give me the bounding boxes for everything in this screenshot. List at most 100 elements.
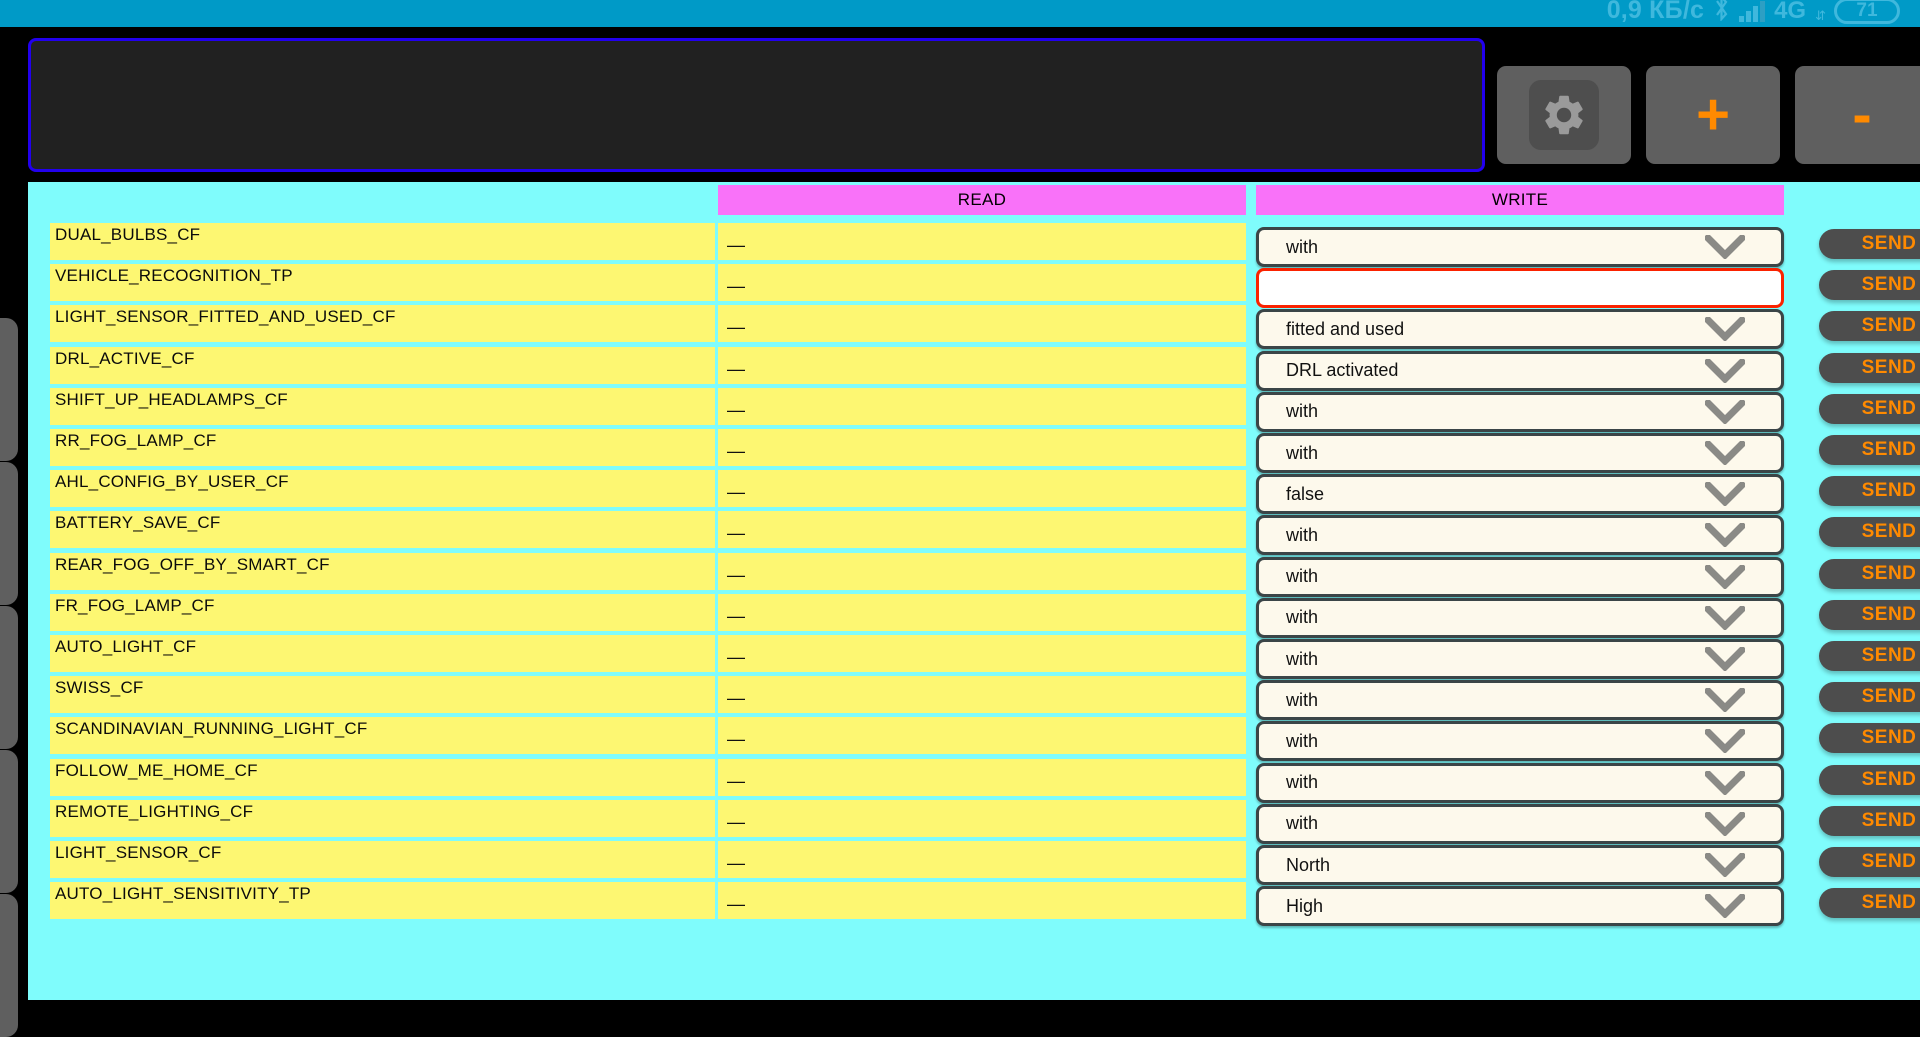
plus-icon: +	[1696, 82, 1730, 147]
read-value-cell: —	[718, 593, 1246, 631]
write-dropdown[interactable]: fitted and used	[1256, 309, 1784, 350]
write-dropdown[interactable]: DRL activated	[1256, 350, 1784, 391]
gear-icon	[1529, 80, 1599, 150]
write-dropdown-value: with	[1286, 566, 1319, 587]
send-button[interactable]: SEND	[1819, 641, 1920, 671]
write-dropdown[interactable]: with	[1256, 680, 1784, 721]
offscreen-send-button[interactable]	[0, 606, 18, 749]
read-value-cell: —	[718, 676, 1246, 714]
add-button[interactable]: +	[1646, 66, 1780, 164]
write-dropdown[interactable]: with	[1256, 433, 1784, 473]
offscreen-send-button[interactable]	[0, 750, 18, 893]
write-dropdown[interactable]: with	[1256, 391, 1784, 432]
table-row: DUAL_BULBS_CF — with SEND	[28, 223, 1920, 267]
chevron-down-icon	[1705, 482, 1745, 507]
read-value-cell: —	[718, 799, 1246, 837]
send-button[interactable]: SEND	[1819, 517, 1920, 548]
write-control-wrapper: DRL activated	[1256, 350, 1784, 391]
read-value-cell: —	[718, 717, 1246, 755]
write-dropdown[interactable]: with	[1256, 639, 1784, 679]
chevron-down-icon	[1705, 441, 1745, 465]
send-button[interactable]: SEND	[1819, 311, 1920, 342]
write-dropdown[interactable]: with	[1256, 597, 1784, 638]
table-row: VEHICLE_RECOGNITION_TP — SEND	[28, 264, 1920, 309]
parameter-name-cell: AUTO_LIGHT_CF	[50, 635, 715, 672]
write-dropdown[interactable]: with	[1256, 721, 1784, 762]
read-value-cell: —	[718, 841, 1246, 878]
signal-bars-icon	[1739, 0, 1766, 22]
parameter-name-cell: SHIFT_UP_HEADLAMPS_CF	[50, 387, 715, 425]
chevron-down-icon	[1705, 235, 1745, 259]
settings-button[interactable]	[1497, 66, 1631, 164]
write-dropdown-value: with	[1286, 401, 1319, 422]
table-row: LIGHT_SENSOR_CF — North SEND	[28, 841, 1920, 885]
write-dropdown[interactable]: with	[1256, 803, 1784, 844]
read-value-cell: —	[718, 511, 1246, 549]
table-row: SHIFT_UP_HEADLAMPS_CF — with SEND	[28, 387, 1920, 432]
column-header-write: WRITE	[1256, 185, 1784, 215]
parameter-name-cell: REAR_FOG_OFF_BY_SMART_CF	[50, 552, 715, 590]
write-control-wrapper: with	[1256, 597, 1784, 638]
write-text-input[interactable]	[1256, 268, 1784, 309]
read-value-cell: —	[718, 758, 1246, 796]
send-button[interactable]: SEND	[1819, 599, 1920, 630]
send-button[interactable]: SEND	[1819, 723, 1920, 754]
write-control-wrapper: with	[1256, 721, 1784, 762]
send-button[interactable]: SEND	[1819, 888, 1920, 919]
write-dropdown[interactable]: with	[1256, 227, 1784, 267]
write-dropdown[interactable]: North	[1256, 845, 1784, 885]
chevron-down-icon	[1705, 811, 1745, 836]
write-dropdown[interactable]: High	[1256, 886, 1784, 927]
offscreen-send-button[interactable]	[0, 462, 18, 605]
chevron-down-icon	[1705, 729, 1745, 754]
send-button[interactable]: SEND	[1819, 847, 1920, 877]
parameter-name-cell: BATTERY_SAVE_CF	[50, 511, 715, 549]
send-button[interactable]: SEND	[1819, 393, 1920, 424]
offscreen-send-button[interactable]	[0, 894, 18, 1037]
network-type-label: 4G	[1774, 0, 1807, 24]
write-control-wrapper: North	[1256, 845, 1784, 885]
read-value-cell: —	[718, 387, 1246, 425]
table-row: RR_FOG_LAMP_CF — with SEND	[28, 429, 1920, 473]
table-row: SCANDINAVIAN_RUNNING_LIGHT_CF — with SEND	[28, 717, 1920, 762]
write-dropdown-value: false	[1286, 483, 1325, 504]
read-value-cell: —	[718, 552, 1246, 590]
write-dropdown[interactable]: with	[1256, 556, 1784, 597]
send-button[interactable]: SEND	[1819, 558, 1920, 589]
parameter-name-cell: AUTO_LIGHT_SENSITIVITY_TP	[50, 882, 715, 920]
write-control-wrapper: with	[1256, 433, 1784, 473]
parameter-name-cell: AHL_CONFIG_BY_USER_CF	[50, 470, 715, 508]
parameter-name-cell: FR_FOG_LAMP_CF	[50, 593, 715, 631]
send-button[interactable]: SEND	[1819, 229, 1920, 259]
send-button[interactable]: SEND	[1819, 805, 1920, 836]
write-dropdown-value: with	[1286, 442, 1319, 463]
read-value-cell: —	[718, 635, 1246, 672]
bluetooth-icon	[1713, 0, 1730, 26]
send-button[interactable]: SEND	[1819, 435, 1920, 465]
table-row: DRL_ACTIVE_CF — DRL activated SEND	[28, 346, 1920, 391]
write-dropdown-value: with	[1286, 648, 1319, 669]
table-row: AUTO_LIGHT_SENSITIVITY_TP — High SEND	[28, 882, 1920, 927]
send-button[interactable]: SEND	[1819, 352, 1920, 383]
send-button[interactable]: SEND	[1819, 476, 1920, 507]
parameters-panel: READ WRITE DUAL_BULBS_CF — with SEND VEHICLE…	[28, 182, 1920, 1000]
table-row: AUTO_LIGHT_CF — with SEND	[28, 635, 1920, 679]
write-dropdown-value: with	[1286, 730, 1319, 751]
write-dropdown[interactable]: with	[1256, 762, 1784, 803]
parameter-name-cell: SWISS_CF	[50, 676, 715, 714]
send-button[interactable]: SEND	[1819, 764, 1920, 795]
write-dropdown[interactable]: with	[1256, 515, 1784, 556]
offscreen-send-button[interactable]	[0, 318, 18, 461]
parameter-name-cell: SCANDINAVIAN_RUNNING_LIGHT_CF	[50, 717, 715, 755]
chevron-down-icon	[1705, 399, 1745, 424]
chevron-down-icon	[1705, 894, 1745, 919]
table-row: LIGHT_SENSOR_FITTED_AND_USED_CF — fitted a…	[28, 305, 1920, 350]
table-row: FR_FOG_LAMP_CF — with SEND	[28, 593, 1920, 638]
send-button[interactable]: SEND	[1819, 270, 1920, 301]
remove-button[interactable]: -	[1795, 66, 1920, 164]
write-dropdown[interactable]: false	[1256, 474, 1784, 515]
chevron-down-icon	[1705, 770, 1745, 795]
write-control-wrapper: with	[1256, 227, 1784, 267]
send-button[interactable]: SEND	[1819, 682, 1920, 713]
console-output-box[interactable]	[28, 38, 1485, 172]
